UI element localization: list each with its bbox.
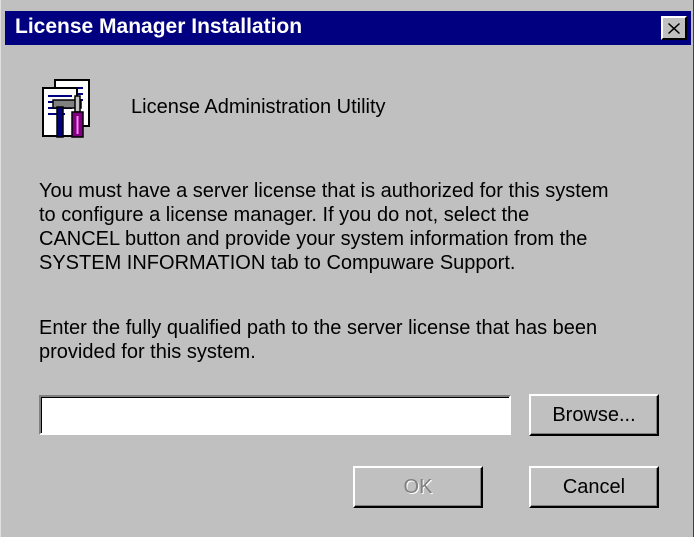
prompt-line: provided for this system. xyxy=(39,341,256,363)
message-line: SYSTEM INFORMATION tab to Compuware Supp… xyxy=(39,252,516,274)
message-line: You must have a server license that is a… xyxy=(39,180,609,202)
message-line: to configure a license manager. If you d… xyxy=(39,204,530,226)
browse-button[interactable]: Browse... xyxy=(529,394,659,436)
instruction-message: You must have a server license that is a… xyxy=(39,179,609,275)
license-utility-icon xyxy=(39,78,97,140)
close-button[interactable] xyxy=(661,16,687,40)
cancel-button[interactable]: Cancel xyxy=(529,466,659,508)
path-prompt: Enter the fully qualified path to the se… xyxy=(39,316,597,364)
license-path-input[interactable] xyxy=(39,395,511,435)
close-icon xyxy=(668,22,680,34)
title-bar[interactable]: License Manager Installation xyxy=(5,11,691,45)
prompt-line: Enter the fully qualified path to the se… xyxy=(39,317,598,339)
message-line: CANCEL button and provide your system in… xyxy=(39,228,588,250)
license-manager-dialog: License Manager Installation License Adm… xyxy=(0,0,694,537)
utility-label: License Administration Utility xyxy=(131,96,386,118)
window-title: License Manager Installation xyxy=(15,15,303,38)
ok-button[interactable]: OK xyxy=(353,466,483,508)
